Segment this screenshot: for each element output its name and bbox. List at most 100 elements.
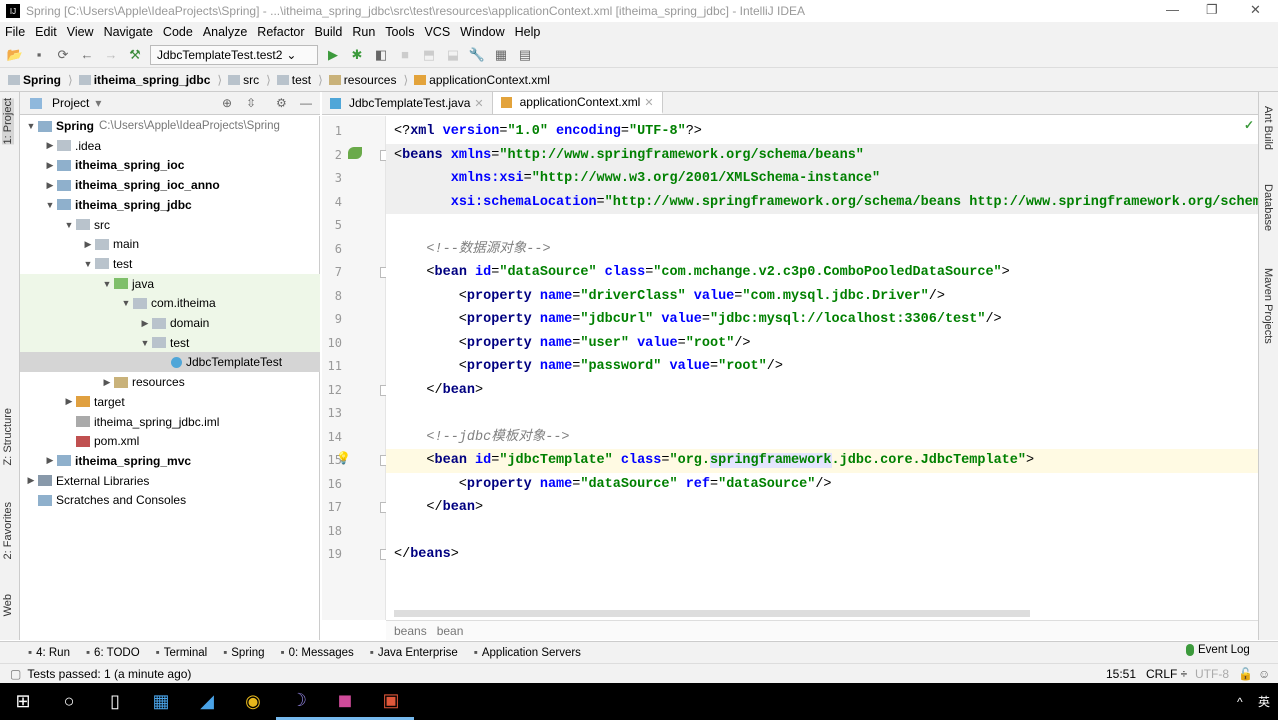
chevron-down-icon[interactable]: ▼ [62,220,76,230]
code-line[interactable]: <property name="driverClass" value="com.… [386,285,1258,309]
event-log-button[interactable]: Event Log [1186,644,1250,656]
tree-item[interactable]: ▼ Spring C:\Users\Apple\IdeaProjects\Sprin… [20,116,320,136]
tree-item[interactable]: itheima_spring_jdbc.iml [20,412,320,432]
chevron-right-icon[interactable]: ▶ [24,475,38,486]
menu-navigate[interactable]: Navigate [99,25,158,39]
windows-start-icon[interactable]: ⊞ [0,683,46,720]
spring-bean-icon[interactable] [348,147,362,159]
minimize-button[interactable]: — [1166,2,1179,17]
tree-item[interactable]: ▼ src [20,215,320,235]
open-icon[interactable]: 📂 [6,46,24,64]
maximize-button[interactable]: ❐ [1206,2,1218,18]
collapse-all-icon[interactable]: ⇳ [246,96,256,110]
code-line[interactable]: <!--数据源对象--> [386,238,1258,262]
tree-item[interactable]: ▶ itheima_spring_ioc_anno [20,175,320,195]
code-line[interactable]: <!--jdbc模板对象--> [386,426,1258,450]
stop-icon[interactable]: ■ [396,46,414,64]
tab-structure[interactable]: Z: Structure [2,408,14,465]
tool-window-java-enterprise[interactable]: ▪ Java Enterprise [370,647,458,659]
tree-item[interactable]: ▼ java [20,273,320,294]
tree-item[interactable]: ▼ itheima_spring_jdbc [20,195,320,215]
menu-window[interactable]: Window [455,25,509,39]
menu-code[interactable]: Code [158,25,198,39]
chevron-right-icon[interactable]: ▶ [43,455,57,466]
chevron-down-icon[interactable]: ▾ [95,96,101,110]
search-icon[interactable]: ○ [46,683,92,720]
code-line[interactable] [386,520,1258,544]
save-icon[interactable]: ▪ [30,46,48,64]
caret-position[interactable]: 15:51 [1106,667,1136,681]
tab-maven-projects[interactable]: Maven Projects [1262,268,1274,344]
menu-analyze[interactable]: Analyze [198,25,252,39]
close-tab-icon[interactable]: ✕ [644,96,653,109]
chevron-down-icon[interactable]: ▼ [119,298,133,308]
tab-web[interactable]: Web [2,594,14,616]
code-line[interactable]: <property name="jdbcUrl" value="jdbc:mys… [386,308,1258,332]
code-line[interactable]: <property name="password" value="root"/> [386,355,1258,379]
chrome-icon[interactable]: ◉ [230,683,276,720]
chevron-right-icon[interactable]: ▶ [43,140,57,151]
vcs-update-icon[interactable]: ⬒ [420,46,438,64]
tree-item[interactable]: ▶ target [20,392,320,412]
coverage-icon[interactable]: ◧ [372,46,390,64]
vcs-commit-icon[interactable]: ⬓ [444,46,462,64]
tree-item[interactable]: pom.xml [20,431,320,451]
tree-item[interactable]: ▶ External Libraries [20,471,320,491]
menu-refactor[interactable]: Refactor [252,25,309,39]
chevron-down-icon[interactable]: ▼ [24,121,38,131]
code-line[interactable]: xmlns:xsi="http://www.w3.org/2001/XMLSch… [386,167,1258,191]
menu-run[interactable]: Run [347,25,380,39]
powerpoint-icon[interactable]: ▣ [368,683,414,720]
tree-item[interactable]: ▶ domain [20,313,320,333]
tab-database[interactable]: Database [1262,184,1274,231]
code-line[interactable]: </bean> [386,379,1258,403]
tray-chevron-icon[interactable]: ^ [1237,695,1243,709]
tool-window-0-messages[interactable]: ▪ 0: Messages [281,647,354,659]
chevron-right-icon[interactable]: ▶ [43,180,57,191]
menu-file[interactable]: File [0,25,30,39]
crumb-bean[interactable]: bean [437,624,464,638]
forward-icon[interactable]: → [102,46,120,64]
sync-icon[interactable]: ⟳ [54,46,72,64]
debug-icon[interactable]: ✱ [348,46,366,64]
back-icon[interactable]: ← [78,46,96,64]
file-encoding[interactable]: UTF-8 [1195,667,1229,681]
breadcrumb-item[interactable]: test ⟩ [276,73,329,87]
gear-icon[interactable]: ⚙ [276,96,287,110]
horizontal-scrollbar[interactable] [394,610,1030,617]
chevron-right-icon[interactable]: ▶ [138,318,152,329]
code-line[interactable]: <property name="user" value="root"/> [386,332,1258,356]
tree-item[interactable]: ▼ test [20,254,320,274]
tool-window-terminal[interactable]: ▪ Terminal [156,647,208,659]
breadcrumb-item[interactable]: Spring ⟩ [8,73,79,87]
menu-edit[interactable]: Edit [30,25,62,39]
app-icon[interactable]: ◢ [184,683,230,720]
inspector-icon[interactable]: ☺ [1258,667,1270,681]
chevron-down-icon[interactable]: ▼ [138,338,152,348]
file-explorer-icon[interactable]: ▦ [138,683,184,720]
code-line[interactable] [386,214,1258,238]
tool-window-spring[interactable]: ▪ Spring [223,647,264,659]
chevron-down-icon[interactable]: ▼ [43,200,57,210]
close-button[interactable]: ✕ [1250,2,1261,18]
status-message[interactable]: Tests passed: 1 (a minute ago) [27,667,191,681]
chevron-right-icon[interactable]: ▶ [62,396,76,407]
menu-vcs[interactable]: VCS [419,25,455,39]
tree-item[interactable]: ▶ itheima_spring_ioc [20,155,320,175]
hide-icon[interactable]: — [300,96,312,110]
tree-item[interactable]: JdbcTemplateTest [20,352,320,373]
tree-item[interactable]: ▼ com.itheima [20,293,320,314]
code-line[interactable]: <?xml version="1.0" encoding="UTF-8"?> [386,120,1258,144]
ime-indicator[interactable]: 英 [1258,693,1270,710]
tool-window-6-todo[interactable]: ▪ 6: TODO [86,647,140,659]
breadcrumb-item[interactable]: applicationContext.xml [414,73,556,87]
tab-favorites[interactable]: 2: Favorites [2,502,14,559]
chevron-down-icon[interactable]: ▼ [81,259,95,269]
tab-project[interactable]: 1: Project [2,98,14,145]
breadcrumb-item[interactable]: itheima_spring_jdbc ⟩ [78,73,228,87]
code-editor[interactable]: <?xml version="1.0" encoding="UTF-8"?> <b… [386,116,1258,620]
chevron-down-icon[interactable]: ▼ [100,279,114,289]
tree-item[interactable]: ▶ resources [20,372,320,392]
menu-build[interactable]: Build [310,25,348,39]
sdk-icon[interactable]: ▤ [516,46,534,64]
